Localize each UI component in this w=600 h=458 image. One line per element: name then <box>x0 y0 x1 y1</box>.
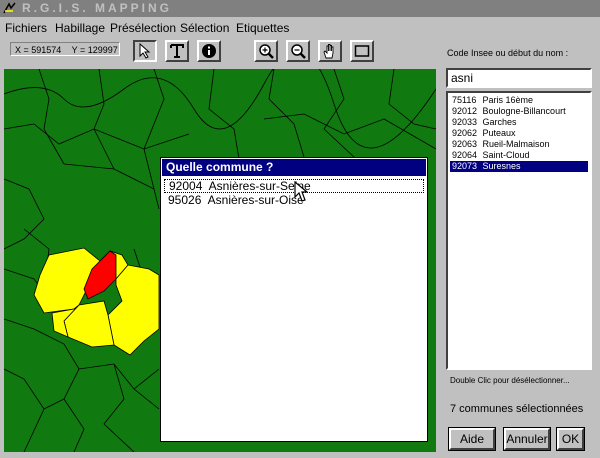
mouse-cursor-icon <box>294 181 308 202</box>
pan-tool-button[interactable] <box>318 40 342 62</box>
info-tool-button[interactable] <box>197 40 221 62</box>
menu-bar: Fichiers Habillage Présélection Sélectio… <box>0 19 600 37</box>
list-item[interactable]: 92064 Saint-Cloud <box>450 150 588 161</box>
x-coordinate: X = 591574 <box>15 45 62 55</box>
list-item-code: 92033 <box>452 117 478 127</box>
list-item-name: Puteaux <box>482 128 516 138</box>
list-item-name: Suresnes <box>482 161 521 171</box>
menu-selection[interactable]: Sélection <box>180 19 229 37</box>
list-item-name: Saint-Cloud <box>482 150 530 160</box>
selected-communes-list[interactable]: 75116 Paris 16ème 92012 Boulogne-Billanc… <box>446 91 592 370</box>
app-logo-icon <box>3 2 16 14</box>
list-item-name: Boulogne-Billancourt <box>482 106 566 116</box>
selection-count: 7 communes sélectionnées <box>450 403 584 415</box>
list-item-name: Paris 16ème <box>482 95 534 105</box>
menu-fichiers[interactable]: Fichiers <box>5 19 47 37</box>
option-code: 95026 <box>168 193 202 207</box>
y-coordinate: Y = 129997 <box>71 45 118 55</box>
option-code: 92004 <box>169 179 203 193</box>
list-item-selected[interactable]: 92073 Suresnes <box>450 161 588 172</box>
rectangle-icon <box>354 45 370 57</box>
selected-communes <box>33 247 160 356</box>
list-item[interactable]: 92012 Boulogne-Billancourt <box>450 106 588 117</box>
menu-habillage[interactable]: Habillage <box>55 19 105 37</box>
app-title-bar: R.G.I.S. MAPPING <box>0 0 600 17</box>
list-item-code: 92062 <box>452 128 478 138</box>
zoom-out-tool-button[interactable] <box>286 40 310 62</box>
help-button[interactable]: Aide <box>449 428 495 450</box>
menu-preselection[interactable]: Présélection <box>110 19 176 37</box>
text-tool-button[interactable] <box>165 40 189 62</box>
info-icon <box>202 44 216 58</box>
list-item[interactable]: 92062 Puteaux <box>450 128 588 139</box>
coordinates-readout: X = 591574 Y = 129997 <box>10 42 120 56</box>
hand-icon <box>323 44 334 59</box>
list-item-name: Rueil-Malmaison <box>482 139 550 149</box>
letter-t-icon <box>170 44 184 58</box>
list-item-code: 92064 <box>452 150 478 160</box>
deselect-hint: Double Clic pour désélectionner... <box>450 376 570 385</box>
option-name: Asnières-sur-Oise <box>207 193 304 207</box>
ok-button[interactable]: OK <box>557 428 584 450</box>
frame-tool-button[interactable] <box>350 40 374 62</box>
search-label: Code Insee ou début du nom : <box>447 48 569 58</box>
pointer-tool-button[interactable] <box>133 40 157 62</box>
zoom-in-tool-button[interactable] <box>254 40 278 62</box>
arrow-pointer-icon <box>139 43 151 59</box>
dialog-title: Quelle commune ? <box>162 159 426 176</box>
list-item-code: 92063 <box>452 139 478 149</box>
menu-etiquettes[interactable]: Etiquettes <box>236 19 289 37</box>
list-item-code: 92012 <box>452 106 478 116</box>
list-item[interactable]: 92063 Rueil-Malmaison <box>450 139 588 150</box>
list-item-code: 92073 <box>452 161 478 171</box>
search-input[interactable]: asni <box>446 68 592 88</box>
list-item-code: 75116 <box>452 95 477 105</box>
cancel-button[interactable]: Annuler <box>504 428 550 450</box>
zoom-in-icon <box>259 44 274 59</box>
list-item-name: Garches <box>482 117 517 127</box>
list-item[interactable]: 92033 Garches <box>450 117 588 128</box>
app-title: R.G.I.S. MAPPING <box>22 1 173 15</box>
list-item[interactable]: 75116 Paris 16ème <box>450 95 588 106</box>
zoom-out-icon <box>291 44 306 59</box>
